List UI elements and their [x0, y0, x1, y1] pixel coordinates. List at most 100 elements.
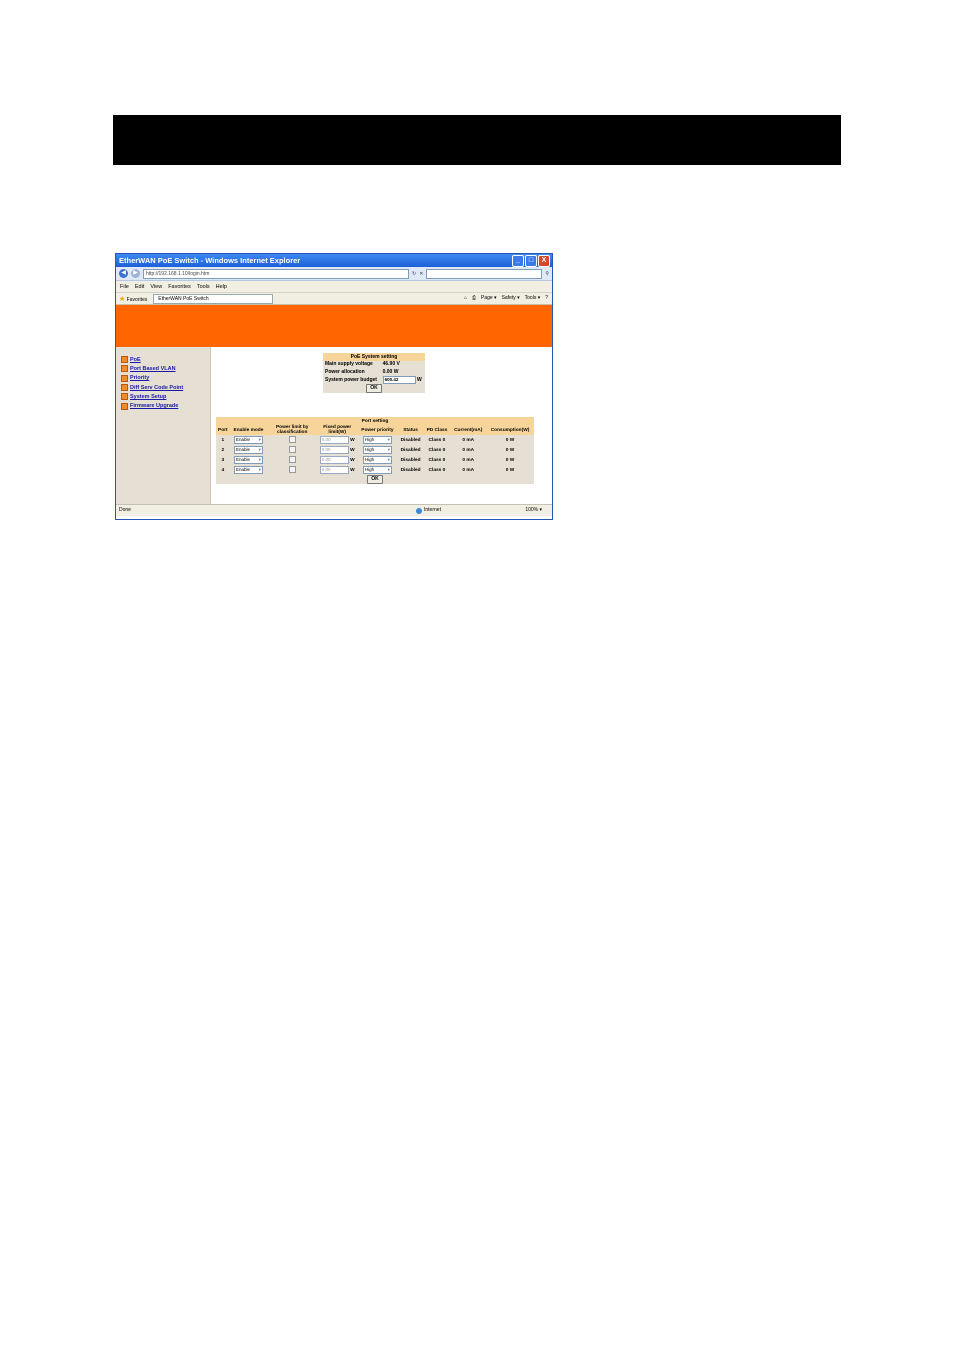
- fixed-power-input[interactable]: 0.00: [319, 436, 349, 444]
- main-supply-label: Main supply voltage: [323, 360, 381, 368]
- enable-mode-select[interactable]: Enable: [233, 436, 263, 444]
- nav-link-firmware-upgrade[interactable]: Firmware Upgrade: [130, 403, 178, 409]
- tab-etherwan[interactable]: EtherWAN PoE Switch: [153, 293, 274, 304]
- poe-system-table: PoE System setting Main supply voltage 4…: [323, 353, 425, 393]
- menu-tools[interactable]: Tools: [197, 284, 210, 290]
- print-icon[interactable]: ⎙: [472, 294, 476, 303]
- search-input[interactable]: [426, 268, 543, 279]
- unit-label: W: [350, 468, 355, 473]
- nav-item-priority[interactable]: Priority: [116, 374, 210, 383]
- folder-icon: [121, 365, 128, 373]
- nav-link-priority[interactable]: Priority: [130, 375, 149, 381]
- col-power-limit-class: Power limit by classification: [267, 425, 318, 435]
- enable-mode-select[interactable]: Enable: [233, 456, 263, 464]
- folder-icon: [121, 374, 128, 382]
- port-status: Disabled: [397, 465, 424, 475]
- col-consumption: Consumption(W): [486, 425, 534, 435]
- system-title: PoE System setting: [323, 353, 425, 361]
- nav-item-diff-serv[interactable]: Diff Serv Code Point: [116, 383, 210, 392]
- col-status: Status: [397, 425, 424, 435]
- enable-mode-select[interactable]: Enable: [233, 446, 263, 454]
- safety-menu[interactable]: Safety ▾: [502, 294, 520, 303]
- budget-unit: W: [416, 376, 422, 383]
- power-priority-select[interactable]: High: [362, 456, 392, 464]
- nav-link-diff-serv[interactable]: Diff Serv Code Point: [130, 385, 183, 391]
- menu-view[interactable]: View: [150, 284, 162, 290]
- tools-menu[interactable]: Tools ▾: [525, 294, 541, 303]
- status-text: Done: [119, 507, 131, 513]
- col-port: Port: [216, 425, 230, 435]
- power-priority-select[interactable]: High: [362, 466, 392, 474]
- unit-label: W: [350, 438, 355, 443]
- stop-icon[interactable]: ✕: [419, 271, 423, 277]
- help-menu[interactable]: ?: [545, 294, 548, 303]
- consumption-value: 0 W: [486, 455, 534, 465]
- unit-label: W: [350, 458, 355, 463]
- pd-class: Class 0: [423, 465, 451, 475]
- consumption-value: 0 W: [486, 465, 534, 475]
- title-bar: EtherWAN PoE Switch - Windows Internet E…: [116, 254, 552, 267]
- home-icon[interactable]: ⌂: [464, 294, 467, 303]
- nav-link-port-based-vlan[interactable]: Port Based VLAN: [130, 366, 176, 372]
- port-number: 2: [216, 445, 230, 455]
- favorites-button[interactable]: ★ Favorites: [119, 295, 147, 303]
- consumption-value: 0 W: [486, 445, 534, 455]
- nav-item-port-based-vlan[interactable]: Port Based VLAN: [116, 364, 210, 373]
- pd-class: Class 0: [423, 445, 451, 455]
- power-limit-checkbox[interactable]: [288, 435, 296, 443]
- folder-icon: [121, 384, 128, 392]
- nav-item-system-setup[interactable]: System Setup: [116, 392, 210, 401]
- power-limit-checkbox[interactable]: [288, 465, 296, 473]
- current-value: 0 mA: [450, 465, 487, 475]
- power-alloc-label: Power allocation: [323, 368, 381, 376]
- main-supply-value: 46.90 V: [380, 360, 425, 368]
- menu-favorites[interactable]: Favorites: [168, 284, 191, 290]
- folder-icon: [121, 393, 128, 401]
- power-priority-select[interactable]: High: [362, 436, 392, 444]
- close-button[interactable]: X: [538, 255, 550, 267]
- nav-link-poe[interactable]: PoE: [130, 357, 141, 363]
- minimize-button[interactable]: _: [512, 255, 524, 267]
- nav-item-firmware-upgrade[interactable]: Firmware Upgrade: [116, 401, 210, 410]
- port-status: Disabled: [397, 435, 424, 445]
- budget-input[interactable]: 600.42: [382, 375, 416, 384]
- current-value: 0 mA: [450, 445, 487, 455]
- col-pd-class: PD Class: [423, 425, 451, 435]
- refresh-icon[interactable]: ↻: [412, 271, 416, 277]
- system-ok-button[interactable]: OK: [366, 383, 382, 393]
- power-alloc-value: 0.00 W: [380, 368, 425, 376]
- port-status: Disabled: [397, 445, 424, 455]
- back-button[interactable]: ◀: [119, 269, 128, 278]
- power-priority-select[interactable]: High: [362, 446, 392, 454]
- nav-item-poe[interactable]: PoE: [116, 355, 210, 364]
- status-bar: Done Internet 100% ▾: [116, 504, 552, 516]
- folder-icon: [121, 402, 128, 410]
- fixed-power-input[interactable]: 0.00: [319, 466, 349, 474]
- ports-ok-button[interactable]: OK: [367, 475, 383, 484]
- address-input[interactable]: http://192.168.1.10/login.htm: [143, 268, 409, 279]
- table-row: 4 Enable 0.00 W High Disabled Class 0 0 …: [216, 465, 534, 475]
- col-enable-mode: Enable mode: [229, 425, 268, 435]
- maximize-button[interactable]: □: [525, 255, 537, 267]
- menu-bar: File Edit View Favorites Tools Help: [116, 281, 552, 293]
- enable-mode-select[interactable]: Enable: [233, 466, 263, 474]
- zoom-control[interactable]: 100% ▾: [525, 505, 542, 516]
- power-limit-checkbox[interactable]: [288, 445, 296, 453]
- port-number: 4: [216, 465, 230, 475]
- menu-file[interactable]: File: [120, 284, 129, 290]
- star-icon: ★: [119, 295, 126, 303]
- fixed-power-input[interactable]: 0.00: [319, 446, 349, 454]
- fixed-power-input[interactable]: 0.00: [319, 456, 349, 464]
- page-menu[interactable]: Page ▾: [481, 294, 497, 303]
- nav-link-system-setup[interactable]: System Setup: [130, 394, 166, 400]
- menu-help[interactable]: Help: [216, 284, 227, 290]
- power-limit-checkbox[interactable]: [288, 455, 296, 463]
- address-bar: ◀ ▶ http://192.168.1.10/login.htm ↻ ✕ ⚲: [116, 267, 552, 281]
- menu-edit[interactable]: Edit: [135, 284, 144, 290]
- globe-icon: [416, 507, 422, 514]
- window-title: EtherWAN PoE Switch - Windows Internet E…: [119, 256, 301, 265]
- search-icon[interactable]: ⚲: [545, 271, 549, 277]
- forward-button[interactable]: ▶: [131, 269, 140, 278]
- page-content: PoE Port Based VLAN Priority Diff Serv C…: [116, 347, 552, 504]
- current-value: 0 mA: [450, 455, 487, 465]
